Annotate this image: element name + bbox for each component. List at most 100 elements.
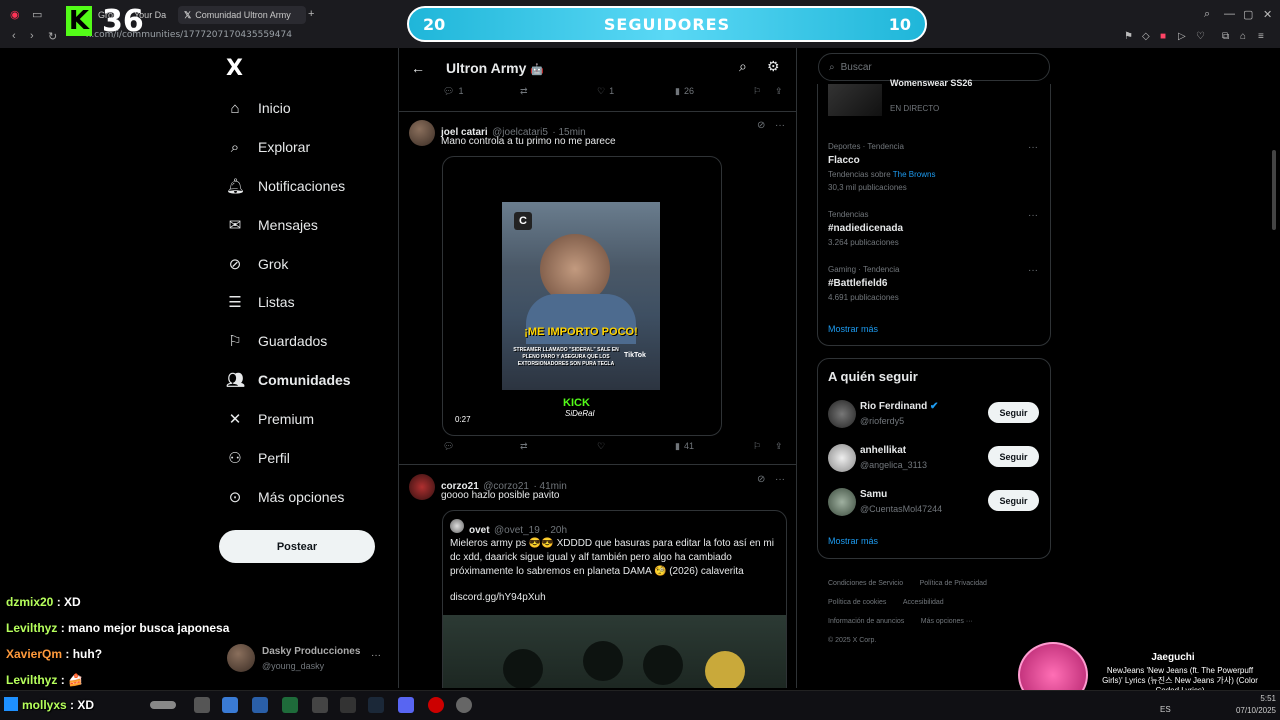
more-icon[interactable]: ··· [775,120,785,131]
app-icon[interactable] [252,697,268,713]
views-button[interactable]: ▮ 26 [675,86,694,97]
sidebar-item-perfil[interactable]: ⚇ Perfil [226,447,290,469]
windows-start-icon[interactable] [4,697,18,711]
sidebar-item-guardados[interactable]: ⚐ Guardados [226,330,327,352]
sidebar-item-mensajes[interactable]: ✉ Mensajes [226,214,318,236]
video-player[interactable]: C ¡ME IMPORTO POCO! STREAMER LLAMADO "SI… [442,156,722,436]
back-arrow-icon[interactable]: ← [411,60,425,76]
discord-icon[interactable] [398,697,414,713]
sidebar-item-notificaciones[interactable]: 🔔︎ Notificaciones [226,175,345,197]
search-input[interactable]: ⌕ Buscar [818,53,1050,81]
scrollbar[interactable] [1272,150,1276,230]
shield-icon[interactable]: ◇ [1142,31,1150,42]
tab-groups-icon[interactable]: ▭ [32,8,42,21]
user-name[interactable]: Samu [860,489,887,500]
home-icon[interactable]: ⌂ [1240,31,1246,42]
opera-icon[interactable] [428,697,444,713]
settings-gear-icon[interactable]: ⚙ [767,58,780,75]
more-icon[interactable]: ··· [1028,265,1038,276]
reload-icon[interactable]: ↻ [48,30,57,43]
more-icon[interactable]: ··· [775,474,785,485]
play-icon[interactable]: ▷ [1178,31,1186,42]
avatar[interactable] [409,120,435,146]
footer-link[interactable]: Más opciones ··· [921,618,973,625]
follow-button[interactable]: Seguir [988,490,1039,511]
maximize-icon[interactable]: ▢ [1243,8,1253,21]
user-name[interactable]: Rio Ferdinand ✔ [860,401,938,412]
steam-icon[interactable] [368,697,384,713]
trend-item[interactable]: Tendencias #nadiedicenada 3.264 publicac… [828,210,903,247]
clock-date[interactable]: 07/10/2025 [1226,706,1276,715]
repost-button[interactable]: ⇄ [520,86,528,97]
file-explorer-icon[interactable] [194,697,210,713]
heart-icon[interactable]: ♡ [1196,31,1205,42]
grok-icon[interactable]: ⊘ [757,474,765,485]
grok-icon[interactable]: ⊘ [757,120,765,131]
app-icon[interactable] [456,697,472,713]
sidebar-item-inicio[interactable]: ⌂ Inicio [226,97,290,119]
epic-games-icon[interactable] [312,697,328,713]
sidebar-item-listas[interactable]: ☰ Listas [226,291,294,313]
avatar[interactable] [828,488,856,516]
clock-time[interactable]: 5:51 [1236,694,1276,703]
reply-button[interactable]: 💬︎ 1 [443,86,463,97]
back-icon[interactable]: ‹ [12,30,16,42]
app-icon[interactable] [340,697,356,713]
language-indicator[interactable]: ES [1160,705,1171,714]
avatar[interactable] [828,400,856,428]
bookmark-icon[interactable]: ⚐ [753,86,761,97]
repost-icon[interactable]: ⇄ [520,441,528,452]
new-tab-icon[interactable]: + [308,8,314,20]
sidebar-item-premium[interactable]: ✕ Premium [226,408,314,430]
more-icon[interactable]: ··· [1028,210,1038,221]
views-button[interactable]: ▮ 41 [675,441,694,452]
share-icon[interactable]: ⇪ [775,86,783,97]
live-trend-title[interactable]: Womenswear SS26 [890,78,972,96]
show-more-link[interactable]: Mostrar más [828,536,878,546]
more-icon[interactable]: ··· [1028,142,1038,153]
minimize-icon[interactable]: — [1224,8,1235,20]
avatar[interactable] [828,444,856,472]
tab-ultron-army[interactable]: 𝕏 Comunidad Ultron Army [178,6,306,24]
app-icon[interactable] [282,697,298,713]
search-icon[interactable]: ⌕ [739,58,747,75]
trend-item[interactable]: Deportes · Tendencia Flacco Tendencias s… [828,142,935,192]
account-more-icon[interactable]: ··· [371,650,381,661]
share-icon[interactable]: ⇪ [775,441,783,452]
like-button[interactable]: ♡ 1 [597,86,614,97]
close-icon[interactable]: ✕ [1263,8,1272,21]
photos-icon[interactable] [222,697,238,713]
footer-link[interactable]: Accesibilidad [903,599,944,606]
pin-icon[interactable]: ⚑ [1124,31,1133,42]
follow-button[interactable]: Seguir [988,446,1039,467]
bookmark-icon[interactable]: ⚐ [753,441,761,452]
follow-button[interactable]: Seguir [988,402,1039,423]
sidebar-item-grok[interactable]: ⊘ Grok [226,253,289,275]
avatar[interactable] [409,474,435,500]
footer-link[interactable]: Política de Privacidad [920,580,987,587]
heart-icon[interactable]: ♡ [597,441,605,452]
footer-link[interactable]: Información de anuncios [828,618,904,625]
x-logo[interactable]: X [226,56,243,81]
forward-icon[interactable]: › [30,30,34,42]
post-button[interactable]: Postear [219,530,375,563]
reply-icon[interactable]: 💬︎ [443,441,454,452]
footer-link[interactable]: Política de cookies [828,599,886,606]
sidebar-item-mas-opciones[interactable]: ⊙ Más opciones [226,486,345,508]
menu-icon[interactable]: ≡ [1258,31,1264,42]
footer-link[interactable]: Condiciones de Servicio [828,580,903,587]
user-name[interactable]: anhellikat [860,445,906,456]
app-icon[interactable] [150,701,176,709]
opera-icon[interactable]: ◉ [10,8,20,21]
avatar[interactable] [227,644,255,672]
extension-icon[interactable]: ■ [1160,31,1166,42]
search-icon[interactable]: ⌕ [1204,8,1210,21]
trend-item[interactable]: Gaming · Tendencia #Battlefield6 4.691 p… [828,265,899,302]
show-more-link[interactable]: Mostrar más [828,324,878,334]
quoted-tweet[interactable]: ovet @ovet_19 · 20h Mieleros army ps 😎😎 … [442,510,787,688]
quote-link[interactable]: discord.gg/hY94pXuh [450,591,546,605]
sidebar-item-explorar[interactable]: ⌕ Explorar [226,136,310,158]
trend-context-link[interactable]: The Browns [893,170,936,179]
extensions-icon[interactable]: ⧉ [1222,31,1229,42]
sidebar-item-comunidades[interactable]: 👥︎ Comunidades [226,369,351,391]
